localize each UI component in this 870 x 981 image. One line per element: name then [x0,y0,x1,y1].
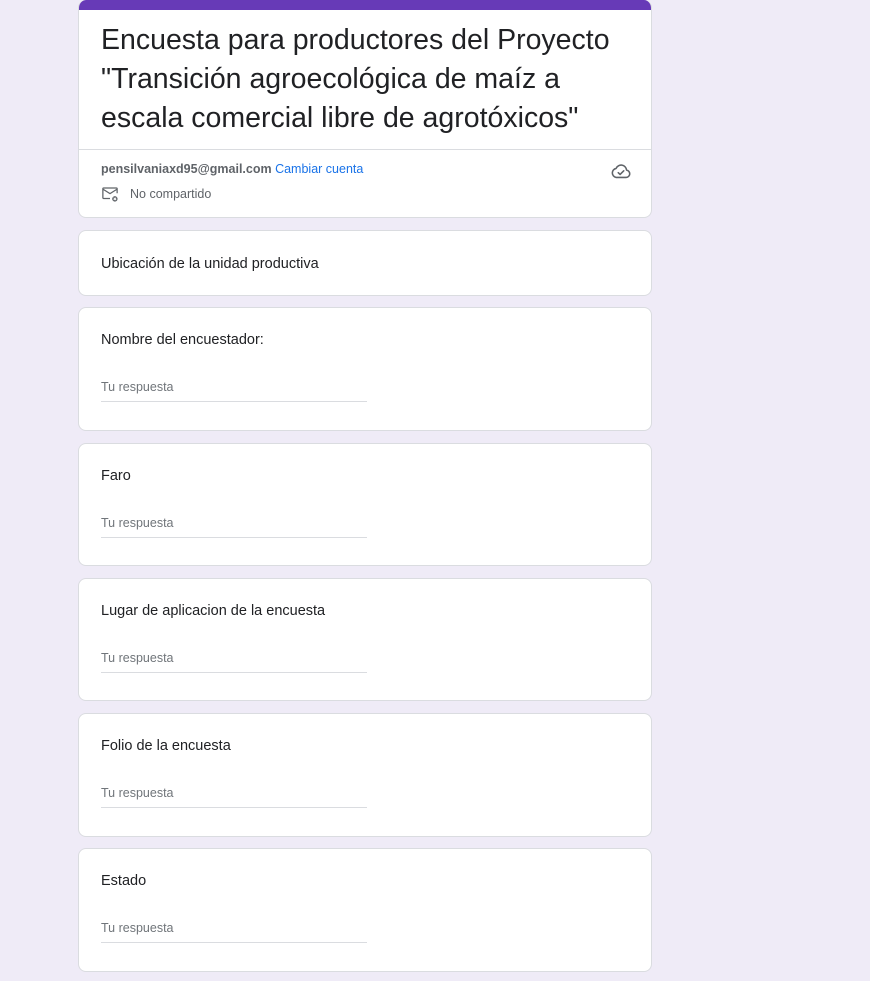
question-card-folio: Folio de la encuesta [78,713,652,837]
question-label: Folio de la encuesta [101,738,231,754]
question-card-lugar: Lugar de aplicacion de la encuesta [78,578,652,701]
section-title: Ubicación de la unidad productiva [101,256,319,272]
share-status: No compartido [101,184,211,204]
share-status-label: No compartido [130,187,212,201]
question-card-encuestador: Nombre del encuestador: [78,307,652,431]
encuestador-answer-input[interactable] [101,376,367,402]
account-email: pensilvaniaxd95@gmail.com [101,162,272,176]
folio-answer-input[interactable] [101,782,367,808]
header-divider [79,149,651,150]
question-card-faro: Faro [78,443,652,566]
question-label: Nombre del encuestador: [101,332,264,348]
question-label: Faro [101,468,131,484]
header-accent-bar [79,0,651,10]
question-card-estado: Estado [78,848,652,972]
question-label: Estado [101,873,147,889]
estado-answer-input[interactable] [101,917,367,943]
cloud-check-icon[interactable] [610,160,632,182]
faro-answer-input[interactable] [101,512,367,538]
form-title: Encuesta para productores del Proyecto "… [101,24,610,134]
mail-blocked-icon [101,185,119,203]
lugar-answer-input[interactable] [101,647,367,673]
account-info: pensilvaniaxd95@gmail.com Cambiar cuenta [101,161,363,177]
form-header-card: Encuesta para productores del Proyecto "… [78,0,652,218]
question-label: Lugar de aplicacion de la encuesta [101,603,326,619]
section-header-card: Ubicación de la unidad productiva [78,230,652,296]
switch-account-link[interactable]: Cambiar cuenta [275,162,363,176]
